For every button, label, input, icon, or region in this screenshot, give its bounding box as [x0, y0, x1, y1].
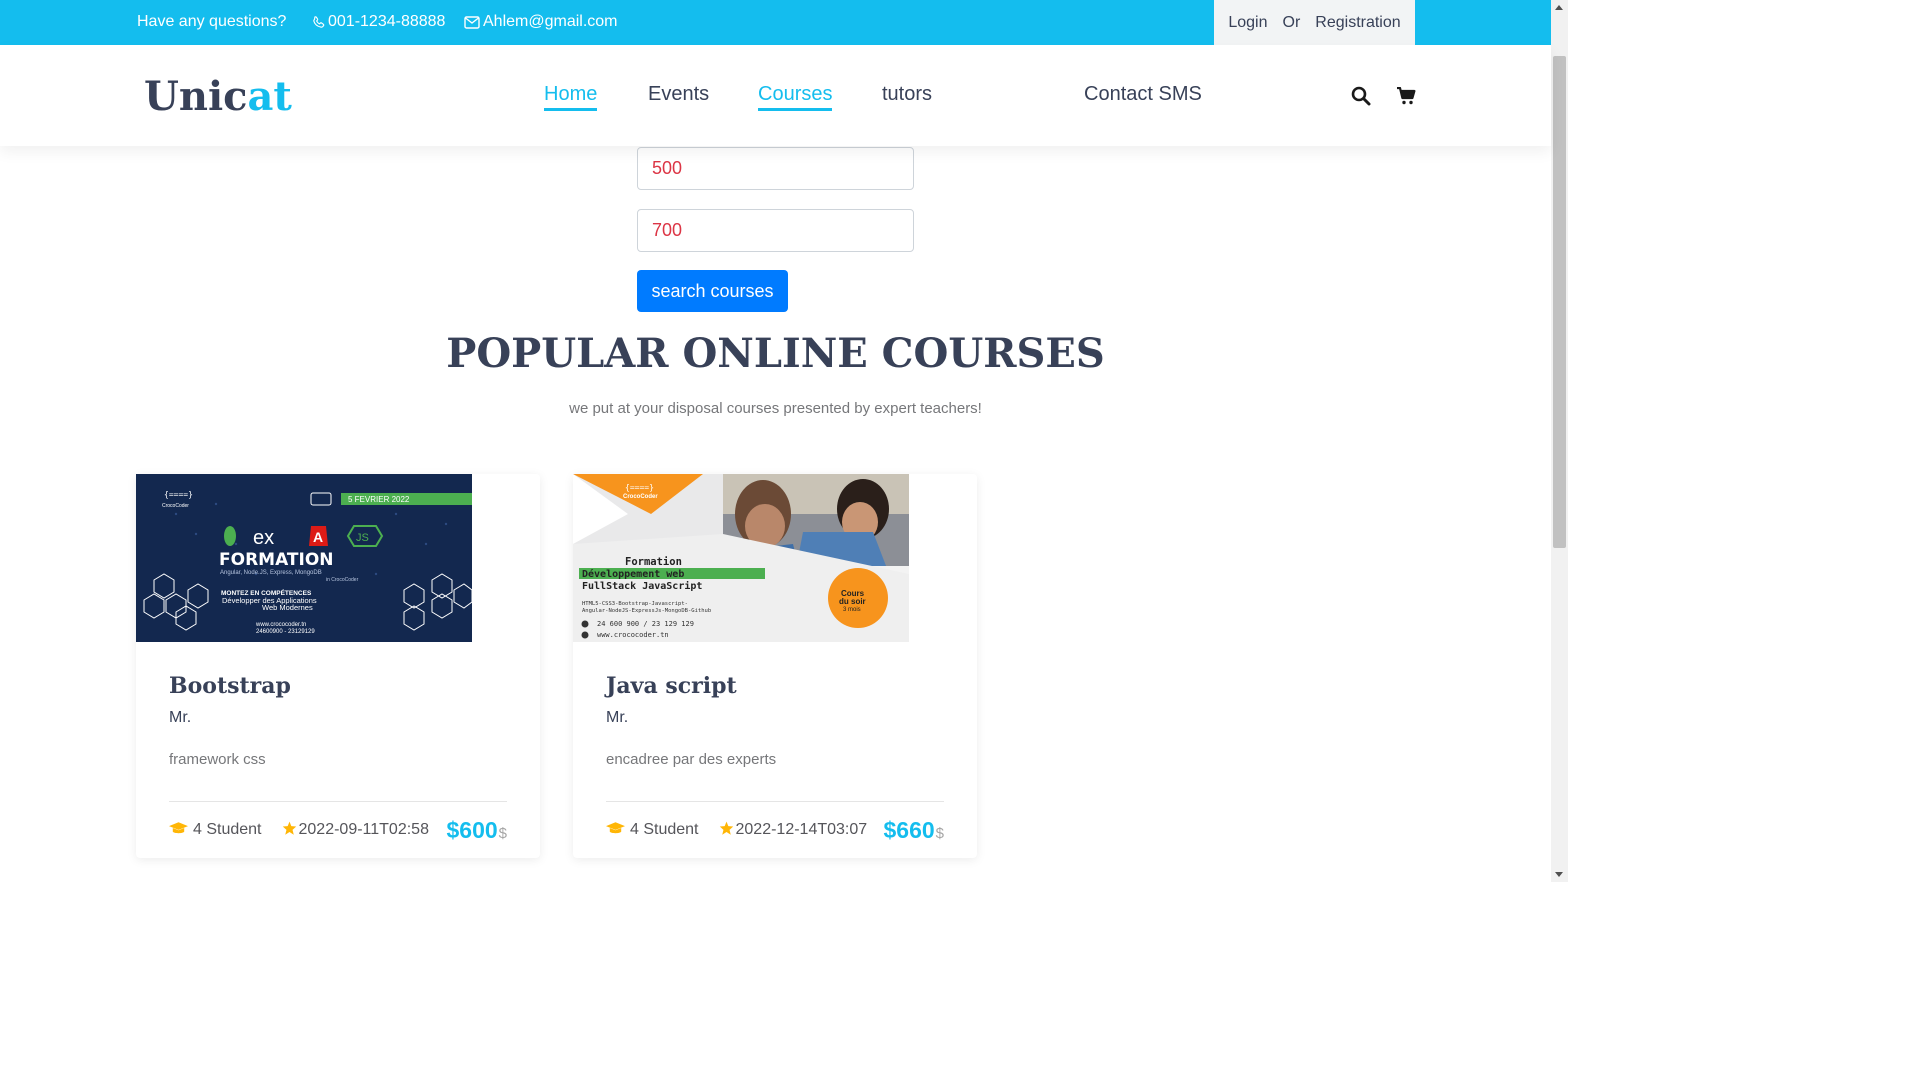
course-image[interactable]: {====} CrocoCoder Formation Développemen… [573, 474, 909, 642]
image-badge-3: 3 mois [843, 607, 861, 613]
star-icon [719, 821, 734, 840]
course-teacher: Mr. [169, 709, 192, 726]
logo-main-text: Unic [144, 73, 248, 120]
auth-links: Login Or Registration [1214, 0, 1415, 45]
min-price-input[interactable]: 500 [637, 147, 914, 190]
graduation-cap-icon [169, 821, 188, 840]
email-contact[interactable]: Ahlem@gmail.com [464, 13, 618, 31]
card-divider [169, 801, 507, 802]
logo-accent-text: at [247, 73, 292, 120]
course-description: encadree par des experts [606, 751, 777, 768]
course-card[interactable]: {====} CrocoCoder Formation Développemen… [573, 474, 977, 858]
nav-events[interactable]: Events [648, 83, 709, 106]
search-courses-button[interactable]: search courses [637, 270, 788, 312]
main-header: Unicat Home Events Courses tutors Contac… [0, 45, 1551, 146]
questions-text: Have any questions? [137, 13, 287, 30]
svg-text:A: A [313, 529, 323, 545]
star-icon [282, 821, 297, 840]
image-date-banner: 5 FEVRIER 2022 [348, 495, 410, 504]
image-line-3: FullStack JavaScript [582, 580, 702, 592]
phone-number: 001-1234-88888 [328, 13, 446, 30]
image-line-1: Formation [625, 556, 682, 568]
course-footer: 4 Student 2022-09-11T02:58 $600 $ [169, 817, 507, 843]
card-divider [606, 801, 944, 802]
course-price-currency: $ [935, 824, 944, 842]
phone-contact[interactable]: 001-1234-88888 [312, 13, 445, 31]
svg-text:JS: JS [356, 532, 369, 544]
section-subtitle: we put at your disposal courses presente… [569, 400, 982, 417]
image-tech-line: Angular, Node.JS, Express, MongoDB [220, 570, 322, 576]
course-price-value: $660 [883, 816, 935, 843]
image-badge-2: du soir [839, 597, 866, 606]
image-phones: 24600900 - 23129129 [256, 629, 315, 635]
svg-text:{====}: {====} [164, 490, 193, 499]
course-price-currency: $ [498, 824, 507, 842]
phone-icon [312, 15, 325, 29]
top-bar: Have any questions? 001-1234-88888 Ahlem… [0, 0, 1551, 45]
course-date-text: 2022-12-14T03:07 [735, 821, 868, 838]
registration-link[interactable]: Registration [1315, 14, 1400, 32]
image-phones: 24 600 900 / 23 129 129 [597, 620, 694, 628]
image-tagline-3: Web Modernes [262, 603, 313, 612]
nav-contact-sms[interactable]: Contact SMS [1084, 83, 1202, 106]
search-icon[interactable] [1350, 85, 1372, 107]
site-logo[interactable]: Unicat [144, 73, 292, 120]
course-description: framework css [169, 751, 266, 768]
course-price-value: $600 [446, 816, 498, 843]
course-price: $600 $ [446, 817, 507, 844]
course-teacher: Mr. [606, 709, 629, 726]
scroll-down-arrow-icon[interactable] [1555, 872, 1563, 877]
image-site: www.crococoder.tn [255, 622, 306, 628]
nav-home[interactable]: Home [544, 83, 598, 111]
image-heading: FORMATION [219, 550, 334, 570]
svg-text:CrocoCoder: CrocoCoder [162, 503, 189, 509]
envelope-icon [464, 15, 480, 29]
cart-icon[interactable] [1395, 85, 1417, 107]
login-link[interactable]: Login [1228, 14, 1267, 32]
nav-courses[interactable]: Courses [758, 83, 833, 111]
course-students: 4 Student [606, 821, 699, 840]
course-card[interactable]: {====} CrocoCoder 5 FEVRIER 2022 ex A JS… [136, 474, 540, 858]
image-brand: CrocoCoder [623, 494, 658, 500]
course-date-text: 2022-09-11T02:58 [298, 821, 429, 838]
course-title[interactable]: Bootstrap [169, 673, 291, 699]
course-footer: 4 Student 2022-12-14T03:07 $660 $ [606, 817, 944, 843]
scroll-up-arrow-icon[interactable] [1555, 5, 1563, 10]
course-title[interactable]: Java script [606, 673, 737, 699]
course-date: 2022-09-11T02:58 [282, 821, 429, 840]
or-separator: Or [1282, 13, 1301, 31]
nav-tutors[interactable]: tutors [882, 83, 932, 106]
max-price-input[interactable]: 700 [637, 209, 914, 252]
student-count: 4 Student [630, 821, 699, 838]
section-title: POPULAR ONLINE COURSES [446, 330, 1105, 377]
svg-text:{====}: {====} [625, 483, 654, 492]
graduation-cap-icon [606, 821, 625, 840]
image-site: www.crococoder.tn [597, 631, 669, 639]
page: Have any questions? 001-1234-88888 Ahlem… [0, 0, 1568, 882]
student-count: 4 Student [193, 821, 262, 838]
image-stack-2: Angular-NodeJS-ExpressJs-MongoDB-Github [582, 608, 711, 614]
course-date: 2022-12-14T03:07 [719, 821, 868, 840]
course-students: 4 Student [169, 821, 262, 840]
scrollbar-thumb[interactable] [1553, 56, 1566, 548]
image-brand-line: in CrocoCoder [326, 577, 359, 583]
image-stack-1: HTML5-CSS3-Bootstrap-Javascript- [582, 601, 688, 607]
course-price: $660 $ [883, 817, 944, 844]
svg-text:ex: ex [253, 527, 274, 549]
image-line-2: Développement web [582, 568, 684, 580]
course-image[interactable]: {====} CrocoCoder 5 FEVRIER 2022 ex A JS… [136, 474, 472, 642]
page-scrollbar[interactable] [1551, 0, 1568, 882]
email-address: Ahlem@gmail.com [483, 13, 618, 30]
